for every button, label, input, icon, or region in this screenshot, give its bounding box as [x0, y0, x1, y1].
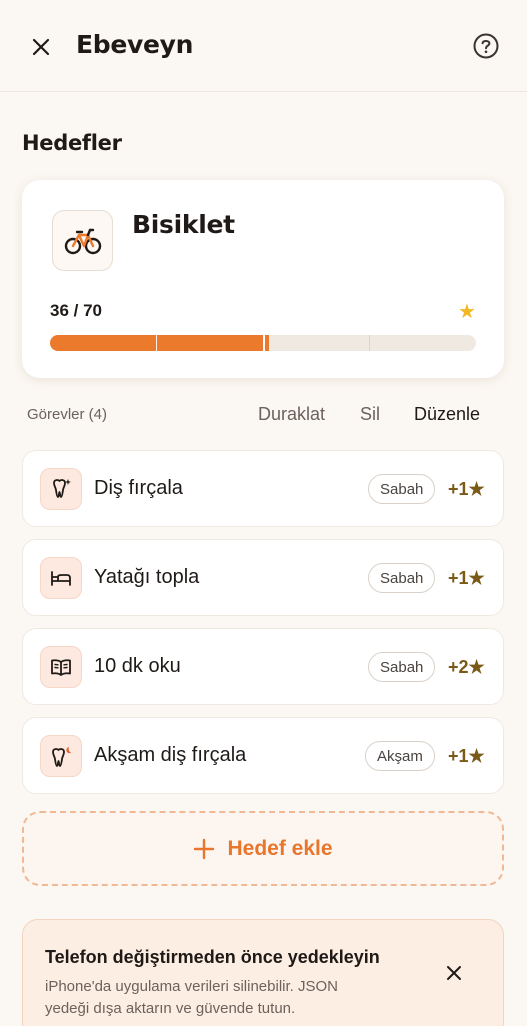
goal-icon-box [52, 210, 113, 271]
backup-title: Telefon değiştirmeden önce yedekleyin [45, 947, 380, 967]
task-reward: +1★ [448, 479, 485, 499]
app-header: Ebeveyn [0, 0, 527, 92]
time-badge: Sabah [368, 652, 436, 682]
close-icon [32, 38, 50, 56]
goal-progress-fill [50, 335, 270, 351]
task-label: Diş fırçala [94, 477, 183, 499]
star-icon: ★ [458, 301, 476, 323]
goal-progress-bar [50, 335, 476, 351]
task-label: Akşam diş fırçala [94, 744, 247, 766]
close-button[interactable] [26, 32, 56, 62]
task-reward: +1★ [448, 746, 485, 766]
time-badge: Sabah [368, 563, 436, 593]
goal-progress-text: 36 / 70 [50, 301, 102, 320]
progress-segment-divider [156, 335, 157, 351]
backup-close-button[interactable] [441, 960, 467, 986]
plus-icon [194, 838, 215, 859]
add-goal-button[interactable]: Hedef ekle [22, 811, 504, 886]
task-reward: +2★ [448, 657, 485, 677]
progress-segment-divider [369, 335, 370, 351]
help-button[interactable] [471, 31, 501, 61]
goal-title: Bisiklet [132, 210, 235, 239]
page-title: Ebeveyn [76, 30, 194, 59]
bicycle-icon [64, 228, 101, 254]
help-circle-icon [473, 33, 499, 59]
goals-section-title: Hedefler [22, 131, 122, 155]
pause-button[interactable]: Duraklat [258, 404, 325, 425]
time-badge: Sabah [368, 474, 436, 504]
task-icon-box [40, 646, 82, 688]
progress-segment-divider [263, 335, 265, 351]
add-goal-label: Hedef ekle [227, 836, 333, 860]
bed-icon [51, 571, 71, 586]
close-icon [447, 966, 461, 980]
backup-banner: Telefon değiştirmeden önce yedekleyin iP… [22, 919, 504, 1026]
task-label: 10 dk oku [94, 655, 181, 677]
task-item[interactable]: Yatağı topla Sabah +1★ [22, 539, 504, 616]
tasks-count-label: Görevler (4) [27, 406, 108, 423]
task-icon-box [40, 468, 82, 510]
time-badge: Akşam [365, 741, 435, 771]
edit-button[interactable]: Düzenle [414, 404, 480, 425]
add-goal-content: Hedef ekle [193, 836, 333, 861]
delete-button[interactable]: Sil [360, 404, 380, 425]
tooth-sparkle-icon [53, 479, 71, 498]
task-icon-box [40, 557, 82, 599]
task-item[interactable]: 10 dk oku Sabah +2★ [22, 628, 504, 705]
goal-card[interactable]: Bisiklet 36 / 70 ★ [22, 180, 504, 378]
task-icon-box [40, 735, 82, 777]
task-item[interactable]: Akşam diş fırçala Akşam +1★ [22, 717, 504, 794]
task-reward: +1★ [448, 568, 485, 588]
backup-body: iPhone'da uygulama verileri silinebilir.… [45, 978, 338, 1017]
tooth-moon-icon [52, 747, 71, 767]
task-label: Yatağı topla [94, 566, 200, 588]
book-icon [51, 659, 71, 676]
task-item[interactable]: Diş fırçala Sabah +1★ [22, 450, 504, 527]
